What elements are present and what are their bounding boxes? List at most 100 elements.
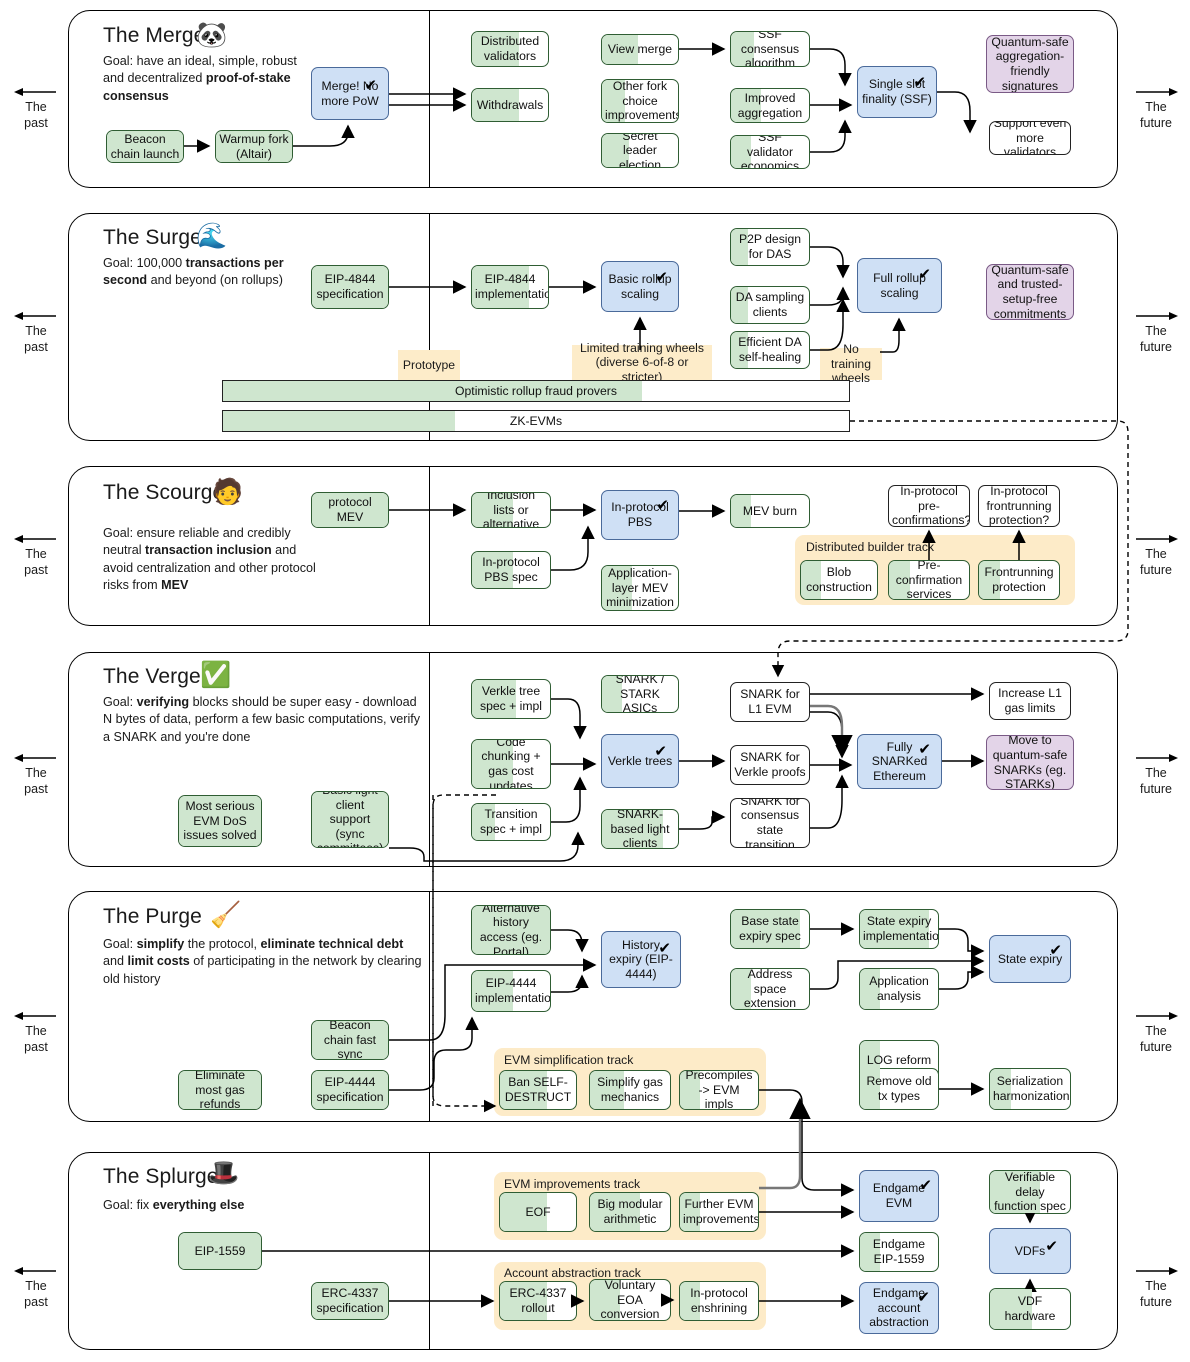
track-label-distributed-builder: Distributed builder track [806, 540, 934, 554]
node-pre-confirmation-services[interactable]: Pre-confirmation services [888, 560, 970, 600]
node-voluntary-eoa-conversion[interactable]: Voluntary EOA conversion [589, 1279, 671, 1321]
node-beacon-chain-launch[interactable]: Beacon chain launch [106, 130, 184, 163]
time-label: future [1140, 340, 1172, 354]
section-divider [429, 467, 430, 625]
node-snark-for-consensus-state-transition[interactable]: SNARK for consensus state transition [730, 798, 810, 848]
node-single-slot-finality[interactable]: ✔Single slot finality (SSF) [857, 66, 937, 118]
node-eip-4844-specification[interactable]: EIP-4844 specification [311, 265, 389, 309]
node-snark-based-light-clients[interactable]: SNARK-based light clients [601, 809, 679, 849]
node-ssf-consensus-algorithm[interactable]: SSF consensus algorithm [730, 31, 810, 67]
time-label: future [1140, 1295, 1172, 1309]
node-endgame-account-abstraction[interactable]: ✔Endgame account abstraction [859, 1282, 939, 1334]
section-title-surge: The Surge [103, 226, 202, 250]
node-simplify-gas-mechanics[interactable]: Simplify gas mechanics [589, 1070, 671, 1110]
node-extra-protocol-mev-markets[interactable]: Extra-protocol MEV markets [311, 492, 389, 528]
node-verifiable-delay-function-spec[interactable]: Verifiable delay function spec [989, 1170, 1071, 1214]
chip-no-training-wheels: No training wheels [820, 348, 882, 380]
node-endgame-evm[interactable]: ✔Endgame EVM [859, 1170, 939, 1222]
node-da-sampling-clients[interactable]: DA sampling clients [730, 286, 810, 324]
node-in-protocol-frontrunning-protection[interactable]: In-protocol frontrunning protection? [978, 485, 1060, 527]
time-label: future [1140, 1040, 1172, 1054]
node-vdfs[interactable]: ✔VDFs [989, 1228, 1071, 1274]
water-wave-emoji: 🌊 [196, 224, 227, 249]
node-alternative-history-access[interactable]: Alternative history access (eg. Portal) [471, 905, 551, 955]
node-increase-l1-gas-limits[interactable]: Increase L1 gas limits [989, 682, 1071, 720]
node-improved-aggregation[interactable]: Improved aggregation [730, 88, 810, 123]
node-eip-4444-implementation[interactable]: EIP-4444 implementation [471, 970, 551, 1012]
node-in-protocol-enshrining[interactable]: In-protocol enshrining [679, 1281, 759, 1321]
node-eip-4844-implementation[interactable]: EIP-4844 implementation [471, 265, 549, 309]
node-erc-4337-rollout[interactable]: ERC-4337 rollout [499, 1281, 577, 1321]
node-warmup-fork-altair[interactable]: Warmup fork (Altair) [215, 130, 293, 163]
chip-limited-training-wheels: Limited training wheels (diverse 6-of-8 … [572, 345, 712, 380]
node-merge-no-more-pow[interactable]: ✔Merge! No more PoW [311, 67, 389, 120]
node-history-expiry-eip-4444[interactable]: ✔History expiry (EIP-4444) [601, 931, 681, 988]
time-label: past [24, 1295, 48, 1309]
node-most-serious-evm-dos-issues-solved[interactable]: Most serious EVM DoS issues solved [178, 795, 262, 847]
bar-optimistic-rollup-fraud-provers[interactable]: Optimistic rollup fraud provers [222, 380, 850, 402]
node-efficient-da-self-healing[interactable]: Efficient DA self-healing [730, 331, 810, 369]
time-label: The [25, 100, 47, 114]
node-ban-self-destruct[interactable]: Ban SELF-DESTRUCT [499, 1070, 577, 1110]
node-quantum-safe-aggregation-friendly-signatures[interactable]: Quantum-safe aggregation-friendly signat… [986, 35, 1074, 93]
node-inclusion-lists-or-alternative[interactable]: Inclusion lists or alternative [471, 492, 551, 528]
node-state-expiry-implementation[interactable]: State expiry implementation [859, 909, 939, 949]
node-verkle-trees[interactable]: ✔Verkle trees [601, 734, 679, 788]
node-eliminate-most-gas-refunds[interactable]: Eliminate most gas refunds [178, 1070, 262, 1110]
node-eip-4444-specification[interactable]: EIP-4444 specification [311, 1070, 389, 1110]
bar-zk-evms[interactable]: ZK-EVMs [222, 410, 850, 432]
node-mev-burn[interactable]: MEV burn [730, 494, 810, 528]
node-move-to-quantum-safe-snarks[interactable]: Move to quantum-safe SNARKs (eg. STARKs) [986, 735, 1074, 790]
broom-emoji: 🧹 [210, 903, 241, 928]
node-snark-for-verkle-proofs[interactable]: SNARK for Verkle proofs [730, 745, 810, 785]
node-support-even-more-validators[interactable]: Support even more validators [989, 121, 1071, 155]
node-frontrunning-protection[interactable]: Frontrunning protection [978, 560, 1060, 600]
node-blob-construction[interactable]: Blob construction [800, 560, 878, 600]
person-emoji: 🧑 [212, 480, 243, 505]
track-label-evm-improvements: EVM improvements track [504, 1177, 640, 1191]
node-application-analysis[interactable]: Application analysis [859, 968, 939, 1010]
node-address-space-extension[interactable]: Address space extension [730, 968, 810, 1010]
node-view-merge[interactable]: View merge [601, 34, 679, 65]
section-title-splurge: The Splurge [103, 1165, 219, 1189]
node-precompiles-to-evm-impls[interactable]: Precompiles -> EVM impls [679, 1070, 759, 1110]
node-basic-light-client-support[interactable]: Basic light client support (sync committ… [311, 791, 389, 848]
node-big-modular-arithmetic[interactable]: Big modular arithmetic [589, 1192, 671, 1232]
node-erc-4337-specification[interactable]: ERC-4337 specification [311, 1282, 389, 1320]
node-p2p-design-for-das[interactable]: P2P design for DAS [730, 228, 810, 266]
node-fully-snarked-ethereum[interactable]: ✔Fully SNARKed Ethereum [857, 734, 942, 789]
node-in-protocol-preconfirmations[interactable]: In-protocol pre-confirmations? [888, 485, 970, 527]
node-snark-stark-asics[interactable]: SNARK / STARK ASICs [601, 675, 679, 713]
node-secret-leader-election[interactable]: Secret leader election [601, 133, 679, 168]
node-basic-rollup-scaling[interactable]: ✔Basic rollup scaling [601, 261, 679, 312]
node-ssf-validator-economics[interactable]: SSF validator economics [730, 135, 810, 169]
time-arrow-future-verge: The future [1128, 752, 1184, 797]
node-snark-for-l1-evm[interactable]: SNARK for L1 EVM [730, 682, 810, 722]
node-eip-1559[interactable]: EIP-1559 [178, 1232, 262, 1270]
time-label: past [24, 782, 48, 796]
node-application-layer-mev-minimization[interactable]: Application-layer MEV minimization [601, 565, 679, 611]
node-beacon-chain-fast-sync[interactable]: Beacon chain fast sync [311, 1020, 389, 1060]
node-withdrawals[interactable]: Withdrawals [471, 88, 549, 122]
node-eof[interactable]: EOF [499, 1192, 577, 1232]
node-other-fork-choice-improvements[interactable]: Other fork choice improvements [601, 79, 679, 123]
node-in-protocol-pbs-spec[interactable]: In-protocol PBS spec [471, 551, 551, 589]
node-serialization-harmonization[interactable]: Serialization harmonization [989, 1068, 1071, 1110]
panda-face-emoji: 🐼 [196, 23, 227, 48]
node-code-chunking-gas-cost-updates[interactable]: Code chunking + gas cost updates [471, 739, 551, 789]
node-vdf-hardware[interactable]: VDF hardware [989, 1288, 1071, 1330]
node-full-rollup-scaling[interactable]: ✔Full rollup scaling [857, 258, 942, 313]
node-transition-spec-impl[interactable]: Transition spec + impl [471, 803, 551, 841]
node-endgame-eip-1559[interactable]: Endgame EIP-1559 [859, 1232, 939, 1272]
node-remove-old-tx-types[interactable]: Remove old tx types [859, 1068, 939, 1110]
section-goal-verge: Goal: verifying blocks should be super e… [103, 694, 425, 746]
node-quantum-safe-trusted-setup-free-commitments[interactable]: Quantum-safe and trusted-setup-free comm… [986, 264, 1074, 320]
time-label: The [1145, 1024, 1167, 1038]
node-in-protocol-pbs[interactable]: ✔In-protocol PBS [601, 490, 679, 540]
node-base-state-expiry-spec[interactable]: Base state expiry spec [730, 909, 810, 949]
node-state-expiry[interactable]: ✔State expiry [989, 935, 1071, 983]
node-distributed-validators[interactable]: Distributed validators [471, 31, 549, 67]
time-arrow-past-surge: The past [8, 310, 64, 355]
node-further-evm-improvements[interactable]: Further EVM improvements [679, 1192, 759, 1232]
node-verkle-tree-spec-impl[interactable]: Verkle tree spec + impl [471, 679, 551, 719]
